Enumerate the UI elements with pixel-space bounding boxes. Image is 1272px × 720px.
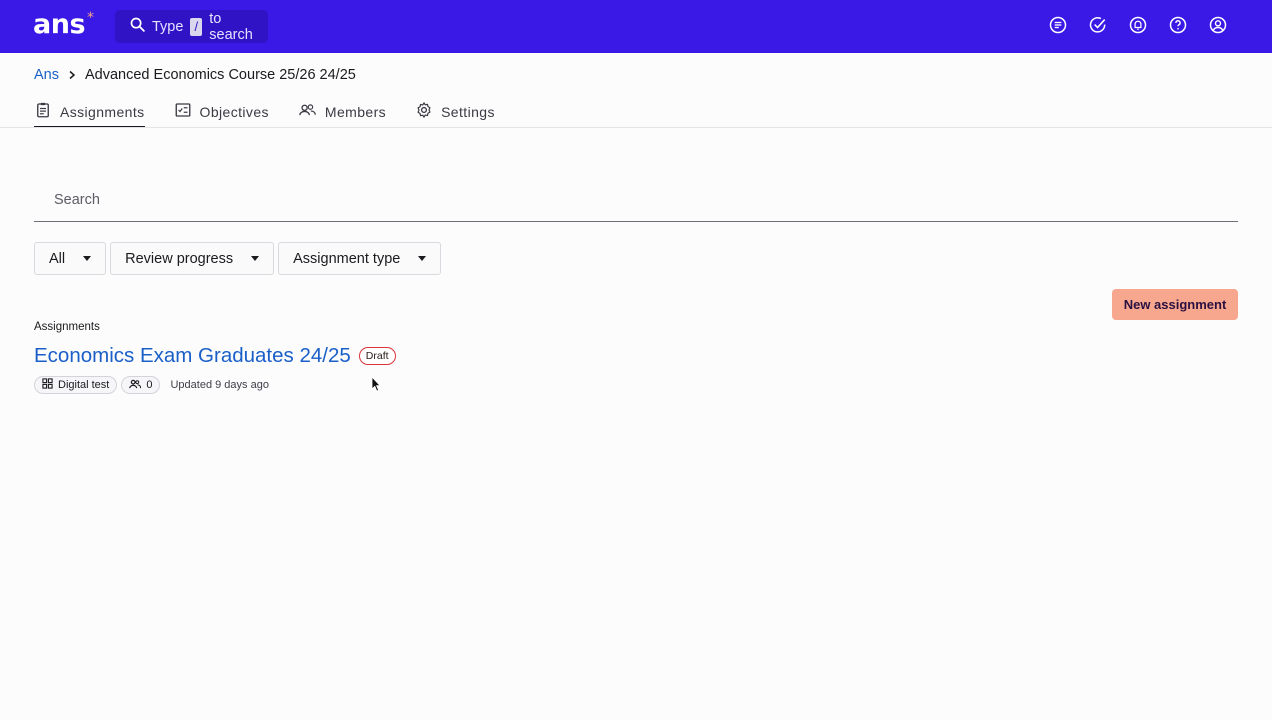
- assignment-title-row: Economics Exam Graduates 24/25 Draft: [34, 344, 396, 368]
- tab-label: Objectives: [199, 103, 269, 120]
- logo-star: *: [87, 10, 94, 26]
- people-icon: [298, 101, 317, 122]
- participants-chip: 0: [121, 376, 161, 394]
- top-navigation-bar: ans * Type / to search: [0, 0, 1272, 53]
- assignment-type-label: Digital test: [58, 379, 110, 391]
- breadcrumb-current: Advanced Economics Course 25/26 24/25: [85, 67, 356, 83]
- tasks-check-icon[interactable]: [1087, 14, 1108, 35]
- tab-objectives[interactable]: Objectives: [174, 96, 269, 127]
- caret-down-icon: [83, 256, 92, 261]
- filter-review-progress-dropdown[interactable]: Review progress: [110, 242, 275, 275]
- filter-label: All: [49, 250, 66, 267]
- filter-all-dropdown[interactable]: All: [34, 242, 107, 275]
- tab-label: Assignments: [60, 103, 145, 120]
- updated-timestamp: Updated 9 days ago: [170, 379, 269, 391]
- filter-assignment-type-dropdown[interactable]: Assignment type: [278, 242, 442, 275]
- assignment-search-input[interactable]: [34, 176, 1238, 221]
- section-heading: Assignments: [34, 321, 100, 333]
- caret-down-icon: [418, 256, 427, 261]
- search-icon: [129, 16, 146, 37]
- people-icon: [129, 379, 142, 392]
- chevron-right-icon: [67, 70, 77, 80]
- tab-assignments[interactable]: Assignments: [34, 96, 145, 128]
- mouse-cursor-icon: [371, 375, 381, 397]
- global-search-button[interactable]: Type / to search: [115, 10, 268, 43]
- tab-label: Members: [324, 103, 387, 120]
- tab-label: Settings: [441, 103, 495, 120]
- search-hint-suffix: to search: [209, 10, 253, 43]
- checklist-icon: [174, 101, 192, 122]
- assignment-title-link[interactable]: Economics Exam Graduates 24/25: [34, 344, 351, 368]
- search-shortcut-key: /: [190, 17, 203, 36]
- course-tabs: Assignments Objectives Members Settings: [34, 96, 524, 128]
- messages-icon[interactable]: [1047, 14, 1068, 35]
- participants-count: 0: [146, 379, 153, 391]
- logo-text: ans: [33, 9, 86, 40]
- filter-label: Review progress: [125, 250, 234, 267]
- tab-settings[interactable]: Settings: [415, 96, 495, 127]
- notifications-icon[interactable]: [1127, 14, 1148, 35]
- breadcrumb-root-link[interactable]: Ans: [34, 67, 59, 83]
- help-icon[interactable]: [1167, 14, 1188, 35]
- account-icon[interactable]: [1207, 14, 1228, 35]
- assignment-search-field: [34, 176, 1238, 222]
- assignment-meta: Digital test 0 Updated 9 days ago: [34, 376, 269, 394]
- breadcrumb: Ans Advanced Economics Course 25/26 24/2…: [34, 67, 356, 83]
- ans-logo[interactable]: ans *: [33, 9, 94, 40]
- caret-down-icon: [251, 256, 260, 261]
- search-hint-prefix: Type: [152, 18, 184, 35]
- new-assignment-button[interactable]: New assignment: [1112, 289, 1238, 320]
- status-badge: Draft: [358, 347, 396, 365]
- tabs-divider: [0, 127, 1272, 128]
- grid-icon: [42, 378, 53, 392]
- clipboard-icon: [34, 101, 52, 122]
- tab-members[interactable]: Members: [298, 96, 386, 127]
- assignment-type-chip: Digital test: [34, 376, 118, 394]
- filter-label: Assignment type: [293, 250, 401, 267]
- gear-icon: [415, 101, 433, 122]
- filter-bar: All Review progress Assignment type: [34, 242, 442, 275]
